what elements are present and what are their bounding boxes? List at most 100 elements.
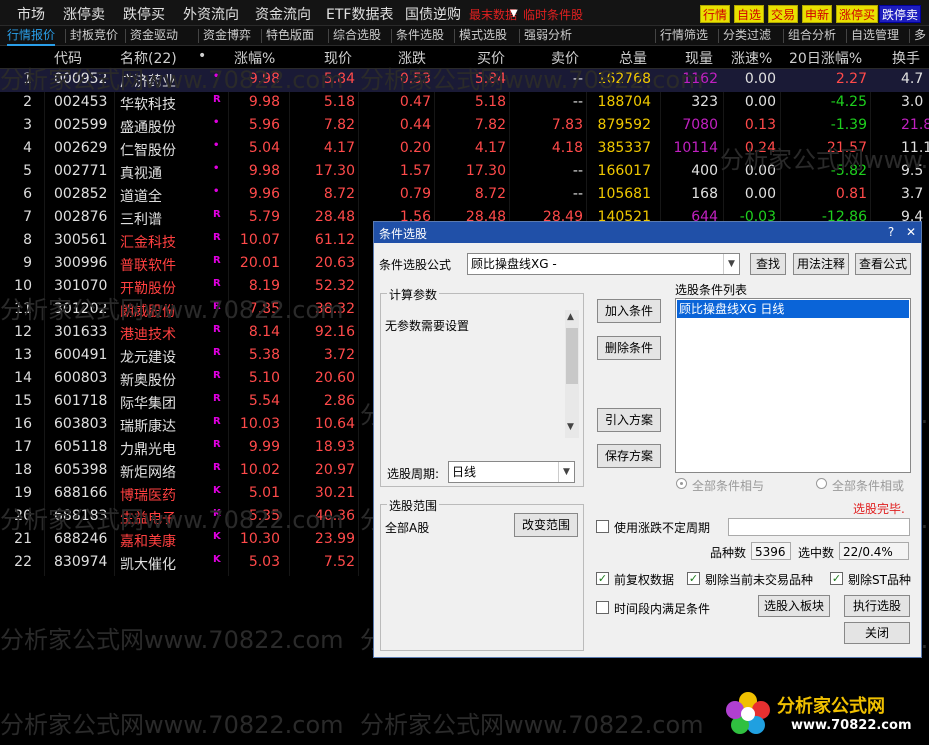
stock-code: 603803 (54, 416, 108, 432)
remove-untraded-checkbox[interactable]: ✓ (687, 572, 700, 585)
stock-name: 华软科技 (120, 97, 176, 113)
usage-button[interactable]: 用法注释 (793, 253, 849, 275)
add-condition-button[interactable]: 加入条件 (597, 299, 661, 323)
tab-item[interactable]: 多 (914, 26, 926, 46)
tab-bar: 行情报价 封板竞价 资金驱动 资金博弈 特色版面 综合选股 条件选股 模式选股 强弱分析 行情筛选… (0, 26, 929, 46)
menu-item[interactable]: 资金流向 (255, 4, 311, 24)
ask-price: -- (572, 71, 583, 87)
tab-item[interactable]: 条件选股 (396, 26, 444, 46)
table-row[interactable]: 3 002599 盛通股份 • 5.96 7.82 0.44 7.82 7.83 879592 70… (0, 115, 929, 138)
table-row[interactable]: 1 000952 广济药业 • 9.98 5.84 0.53 5.84 -- 162768 1162… (0, 69, 929, 92)
quick-chip[interactable]: 涨停买 (836, 5, 879, 23)
condition-list-item[interactable]: 顾比操盘线XG 日线 (677, 300, 909, 318)
chevron-down-icon[interactable]: ▼ (723, 254, 739, 274)
tab-item[interactable]: 资金驱动 (130, 26, 178, 46)
table-row[interactable]: 5 002771 真视通 • 9.98 17.30 1.57 17.30 -- 166017 400… (0, 161, 929, 184)
change: 0.53 (399, 71, 431, 87)
scroll-down-icon[interactable]: ▼ (567, 422, 574, 432)
pct-20d: -5.82 (830, 163, 867, 179)
menu-item[interactable]: 涨停卖 (63, 4, 105, 24)
remove-st-checkbox[interactable]: ✓ (830, 572, 843, 585)
hit-label: 选中数 (798, 546, 835, 560)
price: 20.60 (314, 370, 355, 386)
col-pct20[interactable]: 20日涨幅% (789, 48, 862, 68)
col-cur[interactable]: 现量 (685, 48, 713, 68)
stock-code: 600491 (54, 347, 108, 363)
col-price[interactable]: 现价 (324, 48, 352, 68)
table-row[interactable]: 4 002629 仁智股份 • 5.04 4.17 0.20 4.17 4.18 385337 10… (0, 138, 929, 161)
quick-chip[interactable]: 申新 (802, 5, 833, 23)
table-row[interactable]: 2 002453 华软科技 R 9.98 5.18 0.47 5.18 -- 188704 323 0… (0, 92, 929, 115)
delete-condition-button[interactable]: 删除条件 (597, 336, 661, 360)
radio-and[interactable] (676, 478, 687, 489)
col-pct[interactable]: 涨幅% (234, 48, 275, 68)
status-text: 选股完毕. (853, 502, 905, 516)
stock-name: 新奥股份 (120, 373, 176, 389)
scope-group: 选股范围 全部A股 改变范围 (380, 497, 584, 651)
logo-title: 分析家公式网 (777, 696, 885, 717)
tab-item[interactable]: 强弱分析 (524, 26, 572, 46)
use-range-checkbox[interactable] (596, 520, 609, 533)
view-formula-button[interactable]: 查看公式 (855, 253, 911, 275)
menu-item-red[interactable]: 临时条件股 (523, 6, 583, 23)
period-combo[interactable]: 日线 ▼ (448, 461, 575, 483)
params-scrollbar[interactable]: ▲ ▼ (565, 310, 579, 438)
menu-item[interactable]: 外资流向 (183, 4, 239, 24)
condition-list[interactable]: 顾比操盘线XG 日线 (675, 298, 911, 473)
col-turnover[interactable]: 换手 (892, 48, 920, 68)
help-icon[interactable]: ? (883, 224, 899, 240)
condition-list-label: 选股条件列表 (675, 283, 748, 297)
tab-item[interactable]: 自选管理 (851, 26, 899, 46)
tab-item[interactable]: 分类过滤 (723, 26, 771, 46)
tab-item[interactable]: 行情筛选 (660, 26, 708, 46)
quick-chip[interactable]: 跌停卖 (879, 5, 922, 23)
tab-item[interactable]: 行情报价 (7, 26, 56, 46)
tab-item[interactable]: 模式选股 (459, 26, 507, 46)
quick-chip[interactable]: 行情 (700, 5, 731, 23)
tab-separator (198, 29, 199, 43)
table-row[interactable]: 6 002852 道道全 • 9.96 8.72 0.79 8.72 -- 105681 168 0.… (0, 184, 929, 207)
import-scheme-button[interactable]: 引入方案 (597, 408, 661, 432)
col-volume[interactable]: 总量 (619, 48, 647, 68)
find-button[interactable]: 查找 (750, 253, 786, 275)
range-field[interactable] (728, 518, 910, 536)
to-board-button[interactable]: 选股入板块 (758, 595, 830, 617)
scroll-thumb[interactable] (566, 328, 578, 384)
tab-item[interactable]: 资金博弈 (203, 26, 251, 46)
col-speed[interactable]: 涨速% (731, 48, 772, 68)
chevron-down-icon[interactable]: ▼ (558, 462, 574, 482)
tab-item[interactable]: 组合分析 (788, 26, 836, 46)
stock-name: 汇金科技 (120, 235, 176, 251)
current-volume: 400 (691, 163, 718, 179)
qfq-checkbox[interactable]: ✓ (596, 572, 609, 585)
status-mark: K (213, 508, 221, 519)
dialog-titlebar[interactable]: 条件选股 ? ✕ (374, 222, 921, 243)
formula-value: 顾比操盘线XG - (471, 257, 557, 271)
close-icon[interactable]: ✕ (903, 224, 919, 240)
tab-item[interactable]: 综合选股 (333, 26, 381, 46)
pct-change: 9.98 (248, 94, 280, 110)
close-button[interactable]: 关闭 (844, 622, 910, 644)
menu-item[interactable]: 国债逆购 (405, 4, 461, 24)
stock-code: 301202 (54, 301, 108, 317)
quick-chip[interactable]: 交易 (768, 5, 799, 23)
col-name[interactable]: 名称(22) (120, 48, 177, 68)
tab-item[interactable]: 特色版面 (266, 26, 314, 46)
formula-combo[interactable]: 顾比操盘线XG - ▼ (467, 253, 740, 275)
tab-item[interactable]: 封板竞价 (70, 26, 118, 46)
execute-button[interactable]: 执行选股 (844, 595, 910, 617)
menu-item[interactable]: 市场 (17, 4, 45, 24)
period-satisfy-checkbox[interactable] (596, 601, 609, 614)
save-scheme-button[interactable]: 保存方案 (597, 444, 661, 468)
col-ask[interactable]: 卖价 (551, 48, 579, 68)
col-change[interactable]: 涨跌 (398, 48, 426, 68)
chevron-down-icon[interactable]: ▼ (510, 8, 518, 19)
col-bid[interactable]: 买价 (477, 48, 505, 68)
radio-or[interactable] (816, 478, 827, 489)
scroll-up-icon[interactable]: ▲ (567, 312, 574, 322)
quick-chip[interactable]: 自选 (734, 5, 765, 23)
menu-item[interactable]: 跌停买 (123, 4, 165, 24)
col-code[interactable]: 代码 (54, 48, 82, 68)
change-scope-button[interactable]: 改变范围 (514, 513, 578, 537)
menu-item[interactable]: ETF数据表 (326, 4, 393, 24)
